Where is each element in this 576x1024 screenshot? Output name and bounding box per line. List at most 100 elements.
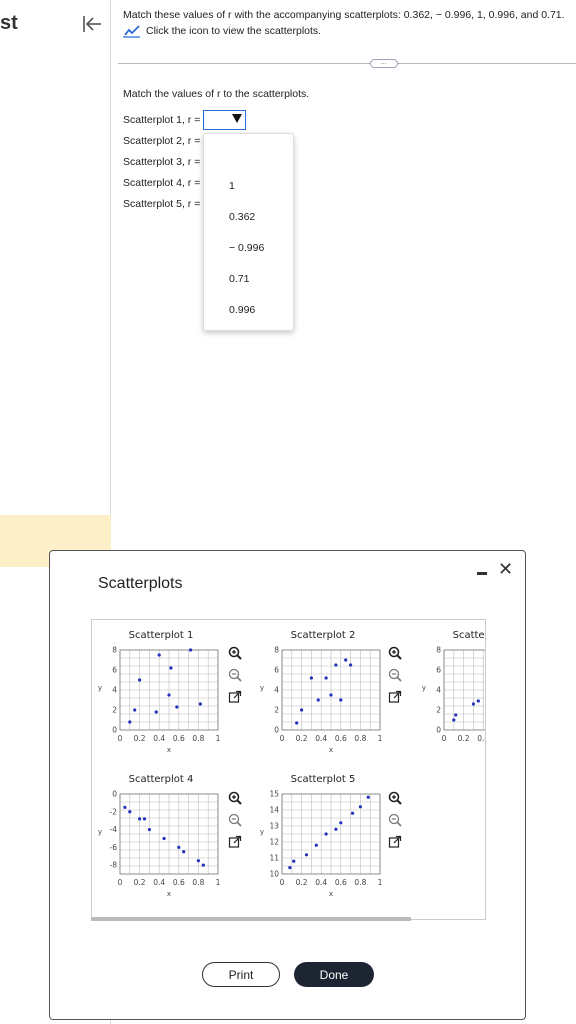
zoom-out-icon[interactable] xyxy=(388,668,402,682)
x-tick-label: 0 xyxy=(280,878,285,887)
data-point xyxy=(366,795,370,799)
data-point xyxy=(154,710,158,714)
done-button[interactable]: Done xyxy=(294,962,374,987)
y-tick-label: 8 xyxy=(112,646,117,655)
dropdown-option[interactable]: 0.362 xyxy=(229,211,255,223)
y-tick-label: -6 xyxy=(110,843,118,852)
data-point xyxy=(324,676,328,680)
zoom-in-icon[interactable] xyxy=(228,646,242,660)
print-button[interactable]: Print xyxy=(202,962,280,987)
data-point xyxy=(198,702,202,706)
x-tick-label: 0.8 xyxy=(354,734,366,743)
x-tick-label: 0.6 xyxy=(173,734,185,743)
scatterplot-link-row[interactable]: Click the icon to view the scatterplots. xyxy=(123,24,321,38)
y-tick-label: 8 xyxy=(274,646,279,655)
dropdown-option[interactable]: 0.71 xyxy=(229,273,249,285)
y-tick-label: 2 xyxy=(112,706,117,715)
data-point xyxy=(471,702,475,706)
y-axis-label: y xyxy=(422,684,426,692)
data-point xyxy=(329,693,333,697)
minimize-icon[interactable] xyxy=(477,572,487,575)
scatterplot-1-dropdown[interactable] xyxy=(203,110,246,130)
open-external-icon[interactable] xyxy=(228,690,242,704)
y-tick-label: 13 xyxy=(269,822,279,831)
scatterplot-link-text: Click the icon to view the scatterplots. xyxy=(146,25,322,37)
y-tick-label: -2 xyxy=(110,807,118,816)
scatterplot-3-panel: Scatterplot 3 0 0.2 0.4 0 2 4 6 8 y xyxy=(416,624,486,769)
plot-2-tools xyxy=(388,646,402,704)
zoom-out-icon[interactable] xyxy=(388,813,402,827)
zoom-out-icon[interactable] xyxy=(228,668,242,682)
y-tick-label: 15 xyxy=(269,790,279,799)
x-tick-label: 1 xyxy=(378,734,383,743)
x-tick-label: 0.4 xyxy=(477,734,486,743)
scatterplot-scroll-area[interactable]: Scatterplot 1 0 0.2 0.4 0.6 0.8 1 0 2 4 6 8 x y Scatt… xyxy=(91,619,486,920)
chart-title: Scatterplot 3 xyxy=(453,630,486,641)
scatterplot-chart: Scatterplot 4 0 0.2 0.4 0.6 0.8 1 0 -2 -4 -6 -8 x y xyxy=(98,774,221,898)
y-tick-label: 8 xyxy=(436,646,441,655)
scatterplot-5-panel: Scatterplot 5 0 0.2 0.4 0.6 0.8 1 10 11 12 13 14 15 x… xyxy=(254,768,389,913)
plot-5-tools xyxy=(388,791,402,849)
data-point xyxy=(295,721,299,725)
dropdown-option[interactable]: 0.996 xyxy=(229,304,255,316)
instruction-text: Match the values of r to the scatterplot… xyxy=(123,88,310,100)
scatterplot-chart: Scatterplot 1 0 0.2 0.4 0.6 0.8 1 0 2 4 6 8 x y xyxy=(98,630,221,754)
dropdown-option[interactable]: − 0.996 xyxy=(229,242,264,254)
zoom-out-icon[interactable] xyxy=(228,813,242,827)
scatterplot-1-label: Scatterplot 1, r = xyxy=(123,114,201,126)
data-point xyxy=(452,718,456,722)
x-tick-label: 1 xyxy=(216,734,221,743)
dropdown-arrow-icon xyxy=(232,114,242,123)
data-point xyxy=(292,859,296,863)
x-tick-label: 0.2 xyxy=(134,734,146,743)
data-point xyxy=(182,850,186,854)
y-tick-label: 0 xyxy=(112,790,117,799)
data-point xyxy=(300,708,304,712)
y-tick-label: 6 xyxy=(436,666,441,675)
y-tick-label: 4 xyxy=(112,686,117,695)
open-external-icon[interactable] xyxy=(388,690,402,704)
dropdown-option[interactable]: 1 xyxy=(229,180,235,192)
plot-1-tools xyxy=(228,646,242,704)
data-point xyxy=(142,817,147,821)
y-tick-label: 11 xyxy=(269,854,279,863)
zoom-in-icon[interactable] xyxy=(388,791,402,805)
x-tick-label: 0.2 xyxy=(296,878,308,887)
data-point xyxy=(314,843,318,847)
scatterplot-4-panel: Scatterplot 4 0 0.2 0.4 0.6 0.8 1 0 -2 -4 -6 -8 x y xyxy=(92,768,227,913)
x-tick-label: 0.2 xyxy=(134,878,146,887)
x-tick-label: 0 xyxy=(280,734,285,743)
data-point xyxy=(128,810,132,814)
x-tick-label: 0.6 xyxy=(335,878,347,887)
y-tick-label: 2 xyxy=(274,706,279,715)
data-point xyxy=(349,663,353,667)
x-axis-label: x xyxy=(167,890,171,898)
chart-title: Scatterplot 1 xyxy=(129,630,194,641)
data-point xyxy=(196,859,200,863)
data-point xyxy=(138,817,142,821)
chart-title: Scatterplot 5 xyxy=(291,774,356,785)
x-tick-label: 0.6 xyxy=(335,734,347,743)
close-icon[interactable]: ✕ xyxy=(498,559,513,580)
collapse-panel-icon[interactable] xyxy=(80,12,104,36)
data-point xyxy=(358,805,362,809)
plot-4-tools xyxy=(228,791,242,849)
divider xyxy=(118,63,576,64)
y-tick-label: 6 xyxy=(274,666,279,675)
dropdown-menu: 1 0.362 − 0.996 0.71 0.996 xyxy=(203,133,294,331)
modal-title: Scatterplots xyxy=(98,575,183,592)
y-tick-label: -4 xyxy=(110,825,118,834)
zoom-in-icon[interactable] xyxy=(388,646,402,660)
data-point xyxy=(128,720,132,724)
open-external-icon[interactable] xyxy=(228,835,242,849)
zoom-in-icon[interactable] xyxy=(228,791,242,805)
data-point xyxy=(344,658,348,662)
y-axis-label: y xyxy=(260,828,264,836)
more-button[interactable]: … xyxy=(370,59,398,68)
open-external-icon[interactable] xyxy=(388,835,402,849)
horizontal-scrollbar[interactable] xyxy=(91,917,411,921)
data-point xyxy=(133,708,137,712)
data-point xyxy=(334,663,338,667)
data-point xyxy=(339,821,343,825)
chart-icon[interactable] xyxy=(123,24,141,38)
